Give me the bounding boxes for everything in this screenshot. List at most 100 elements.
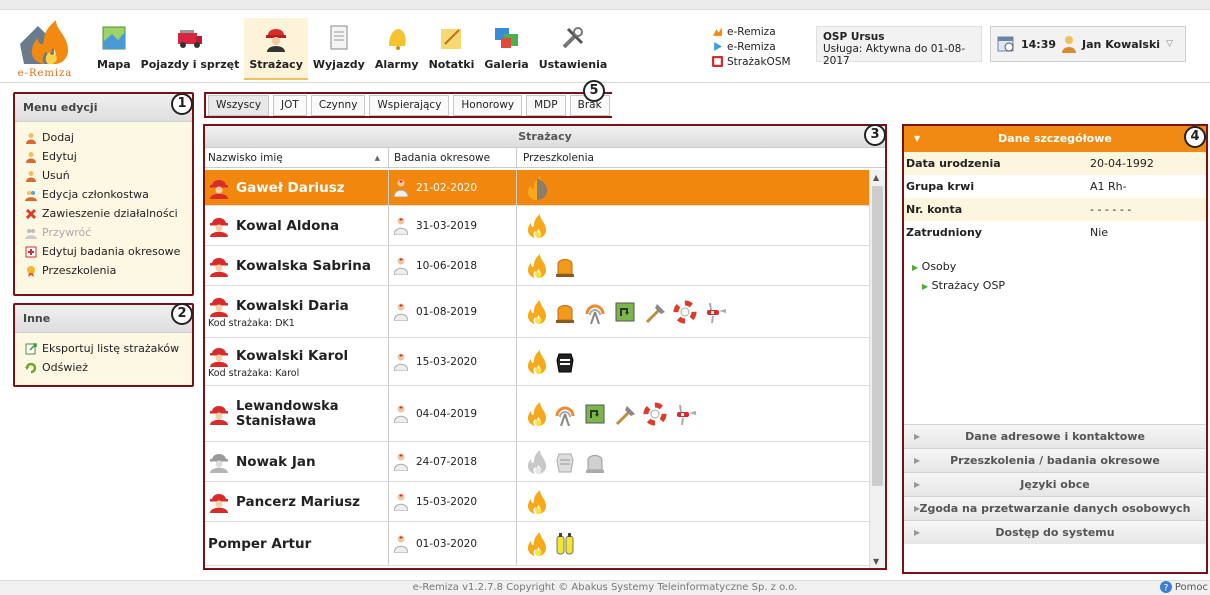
- filter-tabs: Wszyscy JOT Czynny Wspierający Honorowy MDP Br…: [204, 92, 612, 118]
- table-row[interactable]: Kowalski Karol Kod strażaka: Karol 15-03…: [205, 338, 871, 386]
- system-link-strazakosm[interactable]: StrażakOSM: [712, 54, 791, 69]
- training-siren-icon: [556, 258, 574, 277]
- unit-info: OSP Ursus Usługa: Aktywna do 01-08-2017: [816, 26, 982, 67]
- exam-cell: 15-03-2020: [389, 482, 517, 521]
- detail-row: Grupa krwi A1 Rh-: [904, 175, 1206, 198]
- exam-date: 01-03-2020: [416, 537, 478, 550]
- menu-item-add[interactable]: Dodaj: [25, 128, 184, 147]
- nav-item-document[interactable]: Wyjazdy: [308, 18, 370, 80]
- exam-icon: [394, 535, 408, 553]
- chevron-down-icon: ▽: [1166, 39, 1173, 49]
- accordion-section[interactable]: ▶ Przeszkolenia / badania okresowe: [904, 448, 1206, 472]
- table-row[interactable]: Kowal Aldona 31-03-2019: [205, 206, 871, 246]
- other-menu-panel: Inne Eksportuj listę strażaków Odśwież: [13, 303, 194, 387]
- scroll-down-icon[interactable]: ▼: [873, 557, 879, 566]
- table-row[interactable]: Nowak Jan 24-07-2018: [205, 442, 871, 482]
- firefighter-name: Kowal Aldona: [236, 217, 340, 234]
- tree-item-osoby[interactable]: ▶ Osoby: [912, 258, 1198, 277]
- scroll-up-icon[interactable]: ▲: [873, 173, 879, 182]
- menu-item-edit-exams[interactable]: Edytuj badania okresowe: [25, 242, 184, 261]
- e-remiza-logo[interactable]: e-Remiza: [14, 18, 76, 80]
- firefighter-name: Kowalska Sabrina: [236, 257, 372, 274]
- training-signal-icon: [585, 304, 605, 324]
- nav-item-gallery[interactable]: Galeria: [479, 18, 533, 80]
- user-menu[interactable]: 14:39 Jan Kowalski ▽: [990, 26, 1186, 62]
- menu-item-edit[interactable]: Edytuj: [25, 147, 184, 166]
- exam-cell: 31-03-2019: [389, 206, 517, 245]
- name-cell: Nowak Jan: [205, 442, 389, 481]
- table-row[interactable]: Gaweł Dariusz 21-02-2020: [205, 170, 871, 206]
- name-cell: Kowalska Sabrina: [205, 246, 389, 285]
- accordion-section[interactable]: ▶ Dostęp do systemu: [904, 520, 1206, 544]
- scroll-thumb[interactable]: [872, 186, 883, 486]
- tree-item-strazacy-osp[interactable]: ▶ Strażacy OSP: [912, 277, 1198, 296]
- name-cell: Pomper Artur: [205, 522, 389, 565]
- system-link-e-remiza-1[interactable]: e-Remiza: [712, 24, 791, 39]
- nav-item-tools[interactable]: Ustawienia: [534, 18, 613, 80]
- tab-2[interactable]: Czynny: [310, 94, 366, 116]
- nav-item-note[interactable]: Notatki: [424, 18, 480, 80]
- menu-item-refresh[interactable]: Odśwież: [25, 358, 184, 377]
- firefighter-avatar-icon: [210, 493, 228, 513]
- exam-icon: [394, 217, 408, 235]
- nav-item-firefighter[interactable]: Strażacy: [244, 18, 308, 80]
- accordion-section[interactable]: ▶ Zgoda na przetwarzanie danych osobowych: [904, 496, 1206, 520]
- tab-4[interactable]: Honorowy: [453, 94, 523, 116]
- firefighter-name: Pomper Artur: [208, 535, 312, 552]
- table-row[interactable]: Lewandowska Stanisława 04-04-2019: [205, 386, 871, 442]
- table-row[interactable]: Pomper Artur 01-03-2020: [205, 522, 871, 566]
- grid-title: Strażacy: [205, 126, 885, 148]
- tab-1[interactable]: JOT: [273, 94, 307, 116]
- expand-arrow-icon: ▶: [914, 456, 921, 465]
- collapse-icon[interactable]: ▼: [914, 126, 920, 152]
- training-fire-icon: [527, 531, 546, 556]
- table-row[interactable]: Kowalski Daria Kod strażaka: DK1 01-08-2…: [205, 286, 871, 338]
- top-band: [0, 0, 1210, 10]
- table-row[interactable]: Kowalska Sabrina 10-06-2018: [205, 246, 871, 286]
- details-header[interactable]: ▼ Dane szczegółowe: [904, 126, 1206, 152]
- bell-icon: [383, 24, 411, 52]
- accordion-section[interactable]: ▶ Języki obce: [904, 472, 1206, 496]
- menu-item-export-list[interactable]: Eksportuj listę strażaków: [25, 339, 184, 358]
- exam-cell: 01-08-2019: [389, 286, 517, 337]
- tab-0[interactable]: Wszyscy: [208, 94, 270, 116]
- nav-item-bell[interactable]: Alarmy: [370, 18, 424, 80]
- edit-menu-title: Menu edycji: [15, 94, 192, 122]
- menu-item-membership[interactable]: Edycja członkostwa: [25, 185, 184, 204]
- person-icon: [25, 132, 37, 144]
- note-icon: [437, 24, 465, 52]
- accordion-section[interactable]: ▶ Dane adresowe i kontaktowe: [904, 424, 1206, 448]
- exam-date: 15-03-2020: [416, 355, 478, 368]
- training-knife-icon: [677, 404, 696, 425]
- column-header-trainings[interactable]: Przeszkolenia: [517, 148, 885, 167]
- nav-item-map[interactable]: Mapa: [92, 18, 136, 80]
- nav-item-fire-truck[interactable]: Pojazdy i sprzęt: [136, 18, 245, 80]
- annotation-1: 1: [171, 93, 193, 115]
- detail-value: 20-04-1992: [1090, 157, 1154, 170]
- details-panel: ▼ Dane szczegółowe Data urodzenia 20-04-1…: [902, 124, 1208, 574]
- help-link[interactable]: ? Pomoc: [1159, 581, 1208, 593]
- training-fire-half-icon: [527, 175, 547, 200]
- column-header-exams[interactable]: Badania okresowe: [389, 148, 517, 167]
- menu-item-suspend[interactable]: Zawieszenie działalności: [25, 204, 184, 223]
- menu-item-trainings[interactable]: Przeszkolenia: [25, 261, 184, 280]
- help-icon: ?: [1159, 581, 1172, 593]
- menu-item-delete[interactable]: Usuń: [25, 166, 184, 185]
- edit-menu-panel: Menu edycji Dodaj Edytuj Usuń Edycja członk…: [13, 92, 194, 296]
- column-header-name[interactable]: Nazwisko imię ▲: [205, 148, 389, 167]
- user-name: Jan Kowalski: [1082, 37, 1161, 51]
- tab-3[interactable]: Wspierający: [369, 94, 450, 116]
- trainings-cell: [517, 442, 871, 481]
- tab-5[interactable]: MDP: [526, 94, 566, 116]
- strazakosm-icon: [712, 56, 723, 67]
- trainings-cell: [517, 522, 871, 565]
- map-icon: [100, 24, 128, 52]
- e-remiza-small-icon: [713, 27, 722, 36]
- training-lifebuoy-icon: [643, 402, 667, 425]
- system-link-e-remiza-2[interactable]: e-Remiza: [712, 39, 791, 54]
- training-signal-icon: [555, 406, 575, 426]
- exam-cell: 24-07-2018: [389, 442, 517, 481]
- table-row[interactable]: Pancerz Mariusz 15-03-2020: [205, 482, 871, 522]
- grid-scrollbar[interactable]: ▲ ▼: [869, 170, 885, 568]
- annotation-3: 3: [864, 124, 886, 146]
